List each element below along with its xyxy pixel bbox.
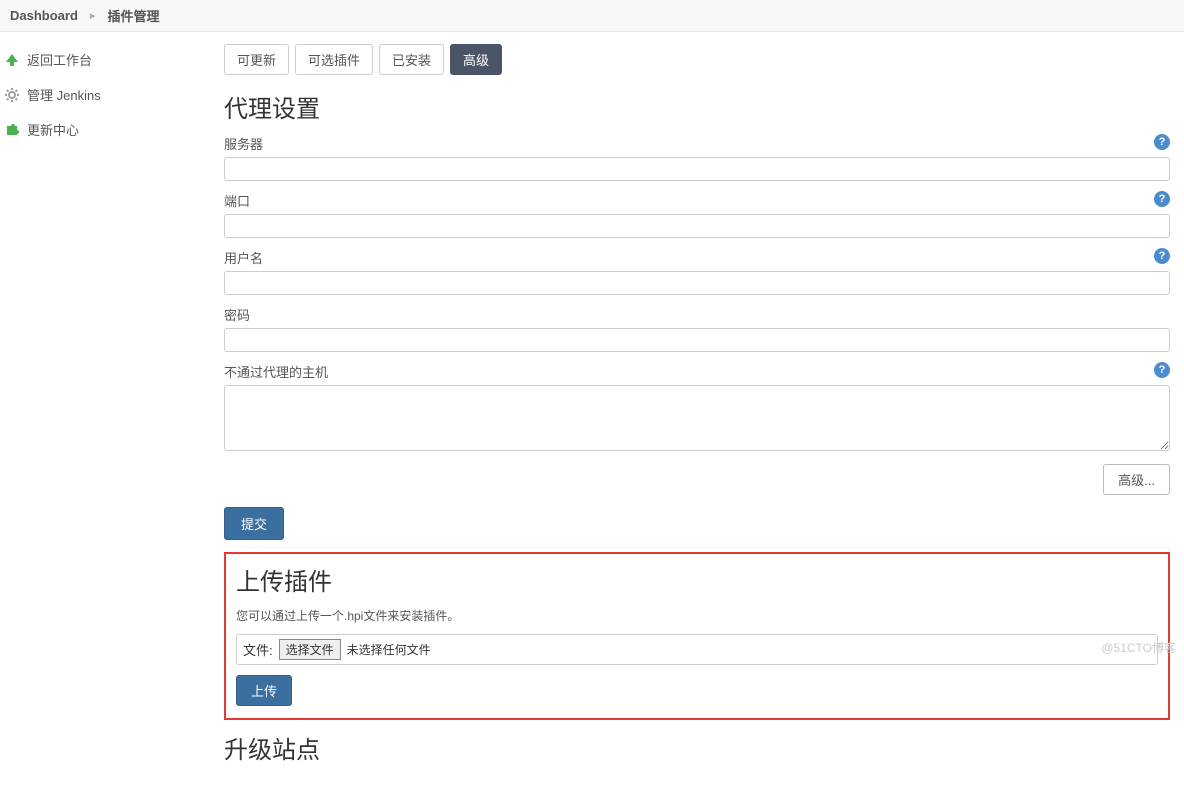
port-label: 端口 [224, 191, 1170, 210]
breadcrumb-plugin-manager[interactable]: 插件管理 [107, 6, 159, 25]
port-input[interactable] [224, 214, 1170, 238]
tab-available[interactable]: 可选插件 [295, 44, 373, 75]
sidebar-item-update-center[interactable]: 更新中心 [0, 112, 210, 147]
noproxy-label: 不通过代理的主机 [224, 362, 1170, 381]
upload-section: 上传插件 您可以通过上传一个.hpi文件来安装插件。 文件: 选择文件 未选择任… [224, 552, 1170, 720]
sidebar-item-back[interactable]: 返回工作台 [0, 42, 210, 77]
proxy-title: 代理设置 [224, 89, 1170, 124]
sidebar-item-manage[interactable]: 管理 Jenkins [0, 77, 210, 112]
advanced-button[interactable]: 高级... [1103, 464, 1170, 495]
puzzle-icon [4, 122, 20, 138]
username-label: 用户名 [224, 248, 1170, 267]
server-input[interactable] [224, 157, 1170, 181]
upload-description: 您可以通过上传一个.hpi文件来安装插件。 [236, 607, 1158, 624]
help-icon[interactable]: ? [1154, 248, 1170, 264]
upload-title: 上传插件 [236, 562, 1158, 597]
breadcrumb: Dashboard ▸ 插件管理 [0, 0, 1184, 32]
help-icon[interactable]: ? [1154, 191, 1170, 207]
choose-file-button[interactable]: 选择文件 [279, 639, 341, 660]
tab-installed[interactable]: 已安装 [379, 44, 444, 75]
main-content: 可更新 可选插件 已安装 高级 代理设置 服务器 ? 端口 ? 用户名 ? 密码… [210, 32, 1184, 795]
submit-button[interactable]: 提交 [224, 507, 284, 540]
tabs: 可更新 可选插件 已安装 高级 [224, 44, 1170, 75]
chevron-right-icon: ▸ [90, 9, 96, 22]
sidebar-item-label: 返回工作台 [27, 50, 92, 69]
sidebar-item-label: 管理 Jenkins [27, 85, 101, 104]
updatesite-title: 升级站点 [224, 730, 1170, 765]
file-input-row: 文件: 选择文件 未选择任何文件 [236, 634, 1158, 665]
breadcrumb-dashboard[interactable]: Dashboard [10, 8, 78, 23]
noproxy-textarea[interactable] [224, 385, 1170, 451]
arrow-up-icon [4, 52, 20, 68]
password-label: 密码 [224, 305, 1170, 324]
gear-icon [4, 87, 20, 103]
watermark-text: @51CTO博客 [1101, 639, 1176, 656]
upload-button[interactable]: 上传 [236, 675, 292, 706]
help-icon[interactable]: ? [1154, 362, 1170, 378]
password-input[interactable] [224, 328, 1170, 352]
server-label: 服务器 [224, 134, 1170, 153]
sidebar: 返回工作台 管理 Jenkins 更新中心 [0, 32, 210, 795]
sidebar-item-label: 更新中心 [27, 120, 79, 139]
username-input[interactable] [224, 271, 1170, 295]
tab-updates[interactable]: 可更新 [224, 44, 289, 75]
file-status-text: 未选择任何文件 [347, 641, 431, 658]
file-label: 文件: [243, 640, 273, 659]
tab-advanced[interactable]: 高级 [450, 44, 502, 75]
help-icon[interactable]: ? [1154, 134, 1170, 150]
